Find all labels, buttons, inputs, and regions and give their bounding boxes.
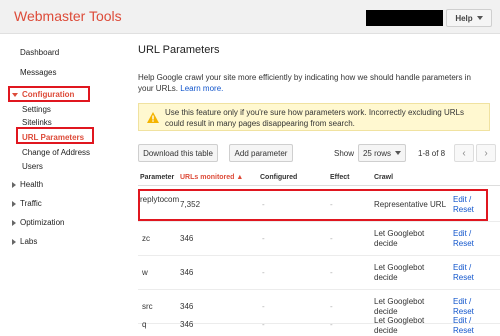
edit-reset-links: Edit / Reset (453, 316, 474, 336)
rows-select-value: 25 rows (362, 148, 391, 158)
sidebar-item-messages[interactable]: Messages (20, 68, 56, 77)
edit-reset-links: Edit / Reset (453, 229, 474, 249)
parameter-name: zc (142, 234, 150, 243)
table-row: w 346 - - Let Googlebot decide Edit / Res… (138, 256, 500, 290)
sidebar-item-optimization[interactable]: Optimization (12, 218, 64, 227)
pagination-range: 1-8 of 8 (418, 149, 446, 158)
parameter-name: w (142, 268, 148, 277)
main-content: URL Parameters Help Google crawl your si… (138, 34, 500, 336)
warning-text: Use this feature only if you're sure how… (165, 108, 464, 128)
effect-value: - (330, 234, 333, 243)
sidebar: Dashboard Messages Configuration Setting… (0, 34, 118, 336)
edit-link[interactable]: Edit / (453, 316, 471, 325)
column-header-crawl[interactable]: Crawl (374, 174, 393, 181)
urls-monitored-value: 346 (180, 234, 194, 243)
urls-monitored-value: 346 (180, 320, 194, 329)
column-header-urls-monitored[interactable]: URLs monitored ▲ (180, 174, 243, 181)
edit-link[interactable]: Edit / (453, 263, 471, 272)
table-row: zc 346 - - Let Googlebot decide Edit / Re… (138, 222, 500, 256)
configured-value: - (262, 234, 265, 243)
intro-text: Help Google crawl your site more efficie… (138, 72, 488, 94)
expand-triangle-icon (12, 238, 16, 245)
chevron-down-icon (395, 151, 401, 155)
expand-triangle-icon (12, 181, 16, 188)
warning-banner: Use this feature only if you're sure how… (138, 103, 490, 131)
sidebar-item-dashboard[interactable]: Dashboard (20, 48, 59, 57)
sidebar-item-label: Labs (20, 237, 38, 246)
sidebar-item-label: Optimization (20, 218, 65, 227)
sidebar-item-users[interactable]: Users (22, 162, 43, 171)
app-title[interactable]: Webmaster Tools (14, 8, 122, 24)
column-header-configured[interactable]: Configured (260, 174, 297, 181)
rows-per-page-select[interactable]: 25 rows (358, 144, 406, 162)
edit-link[interactable]: Edit / (453, 229, 471, 238)
crawl-value: Let Googlebot decide (374, 263, 425, 282)
reset-link[interactable]: Reset (453, 273, 474, 282)
account-redacted-block[interactable] (366, 10, 443, 26)
help-button[interactable]: Help (446, 9, 492, 27)
highlight-box-configuration (8, 86, 90, 102)
expand-triangle-icon (12, 200, 16, 207)
configured-value: - (262, 268, 265, 277)
column-header-parameter[interactable]: Parameter (140, 174, 174, 181)
sidebar-item-labs[interactable]: Labs (12, 237, 37, 246)
show-label: Show (334, 149, 355, 158)
download-table-button[interactable]: Download this table (138, 144, 218, 162)
effect-value: - (330, 268, 333, 277)
effect-value: - (330, 320, 333, 329)
parameter-name: q (142, 320, 147, 329)
previous-page-button[interactable]: ‹ (454, 144, 474, 162)
crawl-value: Let Googlebot decide (374, 229, 425, 248)
learn-more-link[interactable]: Learn more. (180, 84, 223, 93)
highlight-box-replytocom-row (138, 189, 488, 221)
column-header-effect[interactable]: Effect (330, 174, 349, 181)
chevron-down-icon (476, 16, 483, 20)
sidebar-item-traffic[interactable]: Traffic (12, 199, 42, 208)
next-page-button[interactable]: › (476, 144, 496, 162)
sidebar-item-change-of-address[interactable]: Change of Address (22, 148, 90, 157)
sidebar-item-settings[interactable]: Settings (22, 105, 51, 114)
sidebar-item-label: Health (20, 180, 44, 189)
crawl-value: Let Googlebot decide (374, 316, 425, 335)
reset-link[interactable]: Reset (453, 239, 474, 248)
sidebar-item-sitelinks[interactable]: Sitelinks (22, 118, 52, 127)
urls-monitored-value: 346 (180, 268, 194, 277)
reset-link[interactable]: Reset (453, 326, 474, 335)
sidebar-item-label: Traffic (20, 199, 42, 208)
table-header: Parameter URLs monitored ▲ Configured Ef… (138, 170, 500, 186)
edit-reset-links: Edit / Reset (453, 263, 474, 283)
add-parameter-button[interactable]: Add parameter (229, 144, 293, 162)
configured-value: - (262, 320, 265, 329)
warning-triangle-icon (147, 112, 159, 123)
sidebar-item-health[interactable]: Health (12, 180, 43, 189)
expand-triangle-icon (12, 219, 16, 226)
help-label: Help (455, 13, 473, 23)
table-row: q 346 - - Let Googlebot decide Edit / Res… (138, 302, 500, 336)
top-bar: Webmaster Tools Help (0, 0, 500, 34)
highlight-box-url-parameters (16, 127, 94, 144)
page-title: URL Parameters (138, 44, 220, 56)
